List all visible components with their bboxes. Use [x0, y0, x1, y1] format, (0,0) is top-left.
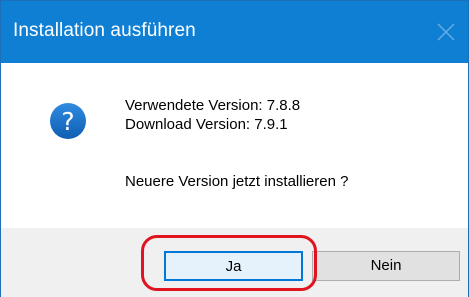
window-title: Installation ausführen [13, 20, 196, 41]
title-bar: Installation ausführen [1, 1, 468, 63]
question-icon: ? [50, 103, 86, 139]
dialog-window: Installation ausführen ? Verwendete Vers… [0, 0, 469, 297]
used-version-text: Verwendete Version: 7.8.8 [125, 97, 301, 114]
install-question-text: Neuere Version jetzt installieren ? [125, 173, 349, 190]
svg-text:?: ? [61, 107, 74, 136]
close-icon [437, 23, 455, 41]
no-button[interactable]: Nein [312, 251, 460, 281]
download-version-text: Download Version: 7.9.1 [125, 116, 288, 133]
close-button[interactable] [424, 1, 468, 63]
highlight-annotation [141, 235, 317, 291]
